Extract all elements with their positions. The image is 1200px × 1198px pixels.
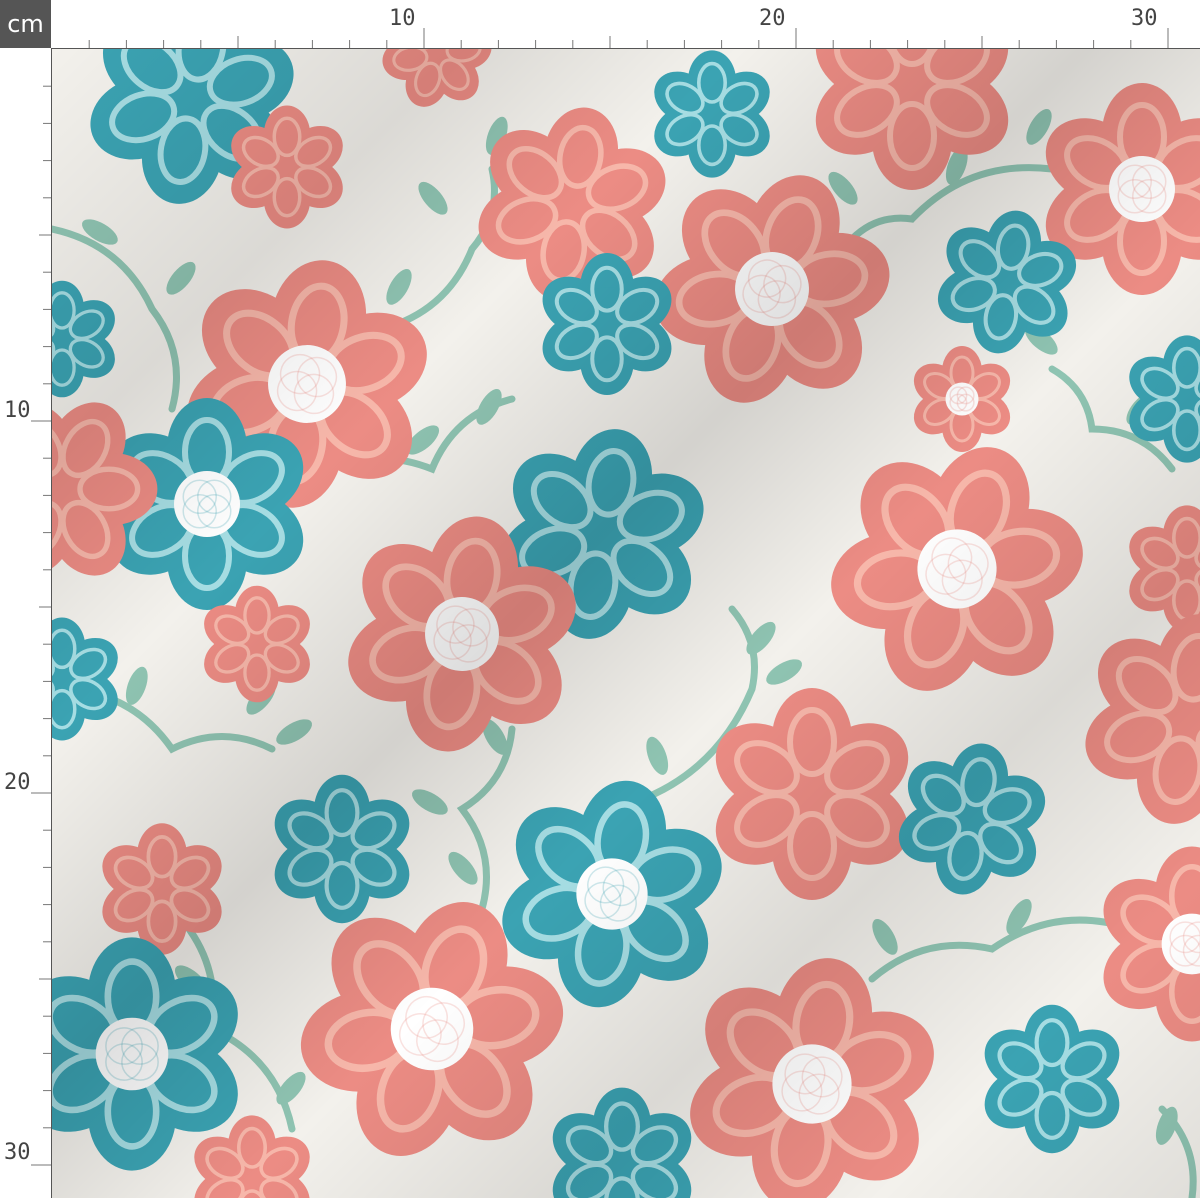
left-ruler-label-30: 30 (4, 1140, 31, 1165)
left-ruler-label-10: 10 (4, 398, 31, 423)
top-ruler: 10 20 30 (51, 0, 1200, 49)
fabric-swatch (52, 49, 1200, 1198)
top-ruler-label-20: 20 (759, 6, 786, 31)
floral-pattern (52, 49, 1200, 1198)
left-ruler-label-20: 20 (4, 770, 31, 795)
left-ruler-ticks (31, 85, 51, 1166)
top-ruler-ticks (88, 28, 1169, 48)
top-ruler-label-30: 30 (1131, 6, 1158, 31)
unit-badge[interactable]: cm (0, 0, 51, 48)
top-ruler-label-10: 10 (389, 6, 416, 31)
fabric-preview-page: cm 10 20 30 10 20 30 (0, 0, 1200, 1198)
fabric-folds-overlay (52, 49, 1200, 1198)
left-ruler: 10 20 30 (0, 48, 52, 1198)
